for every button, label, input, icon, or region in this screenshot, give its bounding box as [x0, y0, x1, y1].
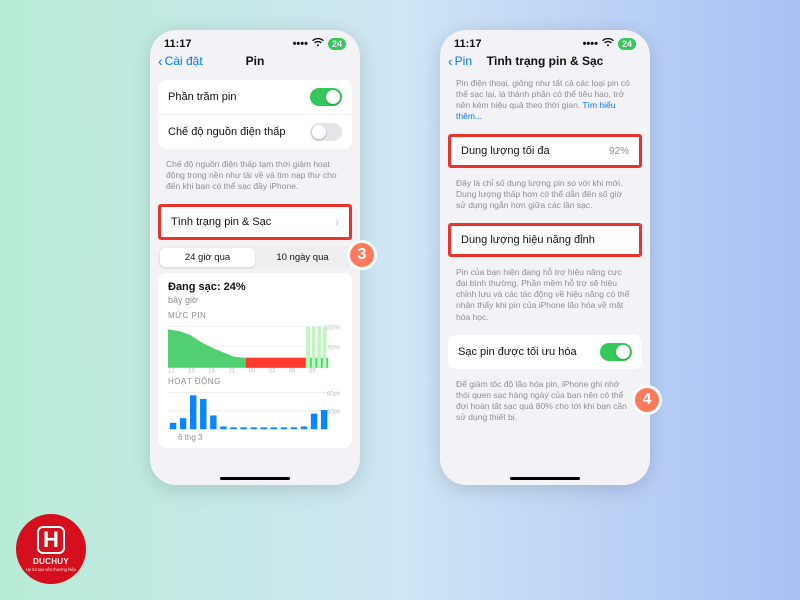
signal-icon: •••• [583, 38, 598, 50]
svg-text:03: 03 [269, 369, 276, 373]
back-button[interactable]: ‹ Pin [448, 54, 472, 68]
chart-date: 6 thg 3 [168, 433, 342, 442]
battery-icon: 24 [328, 38, 346, 50]
home-indicator[interactable] [510, 477, 580, 480]
group-battery-health: Tình trạng pin & Sạc › [158, 204, 352, 240]
step-badge-4: 4 [632, 385, 662, 415]
phone-battery-settings: 11:17 •••• 24 ‹ Cài đặt Pin Phần trăm pi… [150, 30, 360, 485]
chevron-right-icon: › [335, 215, 339, 229]
chevron-left-icon: ‹ [158, 54, 163, 68]
back-label: Pin [455, 54, 472, 68]
step-badge-3: 3 [347, 240, 377, 270]
wifi-icon [602, 38, 614, 50]
status-icons: •••• 24 [583, 38, 636, 50]
toggle-battery-percent[interactable] [310, 88, 342, 106]
row-label: Sạc pin được tối ưu hóa [458, 346, 577, 358]
row-label: Dung lượng hiệu năng đỉnh [461, 234, 595, 246]
logo-name: DUCHUY [33, 557, 69, 566]
home-indicator[interactable] [220, 477, 290, 480]
phone-battery-health: 11:17 •••• 24 ‹ Pin Tình trạng pin & Sạc… [440, 30, 650, 485]
row-max-capacity[interactable]: Dung lượng tối đa 92% [451, 137, 639, 165]
max-capacity-value: 92% [609, 146, 629, 157]
charging-block: Đang sạc: 24% bây giờ MỨC PIN 100% 50% 1… [158, 273, 352, 448]
group-optimized-charging: Sạc pin được tối ưu hóa [448, 335, 642, 369]
activity-label: HOẠT ĐỘNG [168, 377, 342, 386]
content: Pin điện thoại, giống như tất cả các loạ… [440, 74, 650, 429]
svg-text:60ph: 60ph [327, 391, 340, 397]
row-label: Dung lượng tối đa [461, 145, 550, 157]
logo-tagline: Uy tín tạo nên thương hiệu [26, 567, 76, 572]
wifi-icon [312, 38, 324, 50]
battery-level-chart: 100% 50% 12 15 18 21 00 03 06 09 [168, 322, 342, 372]
row-label: Phần trăm pin [168, 91, 236, 103]
group-peak-performance: Dung lượng hiệu năng đỉnh [448, 223, 642, 257]
svg-text:06: 06 [289, 369, 296, 373]
signal-icon: •••• [293, 38, 308, 50]
segmented-control[interactable]: 24 giờ qua 10 ngày qua [158, 246, 352, 269]
svg-text:100%: 100% [325, 325, 341, 331]
status-icons: •••• 24 [293, 38, 346, 50]
seg-24h[interactable]: 24 giờ qua [160, 248, 255, 267]
nav-bar: ‹ Cài đặt Pin [150, 52, 360, 74]
level-label: MỨC PIN [168, 311, 342, 320]
row-peak-performance[interactable]: Dung lượng hiệu năng đỉnh [451, 226, 639, 254]
group-toggles: Phần trăm pin Chế độ nguồn điện thấp [158, 80, 352, 149]
brand-logo: H DUCHUY Uy tín tạo nên thương hiệu [16, 514, 86, 584]
row-label: Chế độ nguồn điện thấp [168, 126, 285, 138]
row-low-power[interactable]: Chế độ nguồn điện thấp [158, 115, 352, 149]
svg-text:50%: 50% [328, 346, 341, 352]
optimized-caption: Để giảm tốc độ lão hóa pin, iPhone ghi n… [440, 375, 650, 429]
seg-10d[interactable]: 10 ngày qua [255, 248, 350, 267]
back-label: Cài đặt [165, 54, 203, 68]
row-battery-percent[interactable]: Phần trăm pin [158, 80, 352, 115]
group-max-capacity: Dung lượng tối đa 92% [448, 134, 642, 168]
low-power-caption: Chế độ nguồn điện thấp tạm thời giảm hoạ… [150, 155, 360, 198]
chevron-left-icon: ‹ [448, 54, 453, 68]
row-battery-health[interactable]: Tình trạng pin & Sạc › [161, 207, 349, 237]
logo-letter: H [37, 526, 65, 554]
nav-bar: ‹ Pin Tình trạng pin & Sạc [440, 52, 650, 74]
toggle-low-power[interactable] [310, 123, 342, 141]
status-time: 11:17 [164, 38, 192, 50]
peak-caption: Pin của bạn hiện đang hỗ trợ hiệu năng c… [440, 263, 650, 328]
svg-text:30ph: 30ph [327, 409, 340, 415]
activity-chart: 60ph 30ph [168, 388, 342, 434]
svg-text:15: 15 [188, 369, 195, 373]
row-label: Tình trạng pin & Sạc [171, 216, 271, 228]
content: Phần trăm pin Chế độ nguồn điện thấp Chế… [150, 74, 360, 454]
toggle-optimized-charging[interactable] [600, 343, 632, 361]
svg-text:12: 12 [168, 369, 175, 373]
status-bar: 11:17 •••• 24 [440, 30, 650, 52]
battery-icon: 24 [618, 38, 636, 50]
max-capacity-caption: Đây là chỉ số dung lượng pin so với khi … [440, 174, 650, 217]
status-time: 11:17 [454, 38, 482, 50]
row-optimized-charging[interactable]: Sạc pin được tối ưu hóa [448, 335, 642, 369]
svg-text:09: 09 [309, 369, 316, 373]
svg-text:21: 21 [228, 369, 235, 373]
svg-text:00: 00 [249, 369, 256, 373]
back-button[interactable]: ‹ Cài đặt [158, 54, 203, 68]
intro-caption: Pin điện thoại, giống như tất cả các loạ… [440, 74, 650, 128]
charging-title: Đang sạc: 24% [168, 281, 342, 293]
status-bar: 11:17 •••• 24 [150, 30, 360, 52]
svg-text:18: 18 [208, 369, 215, 373]
charging-sub: bây giờ [168, 295, 342, 305]
